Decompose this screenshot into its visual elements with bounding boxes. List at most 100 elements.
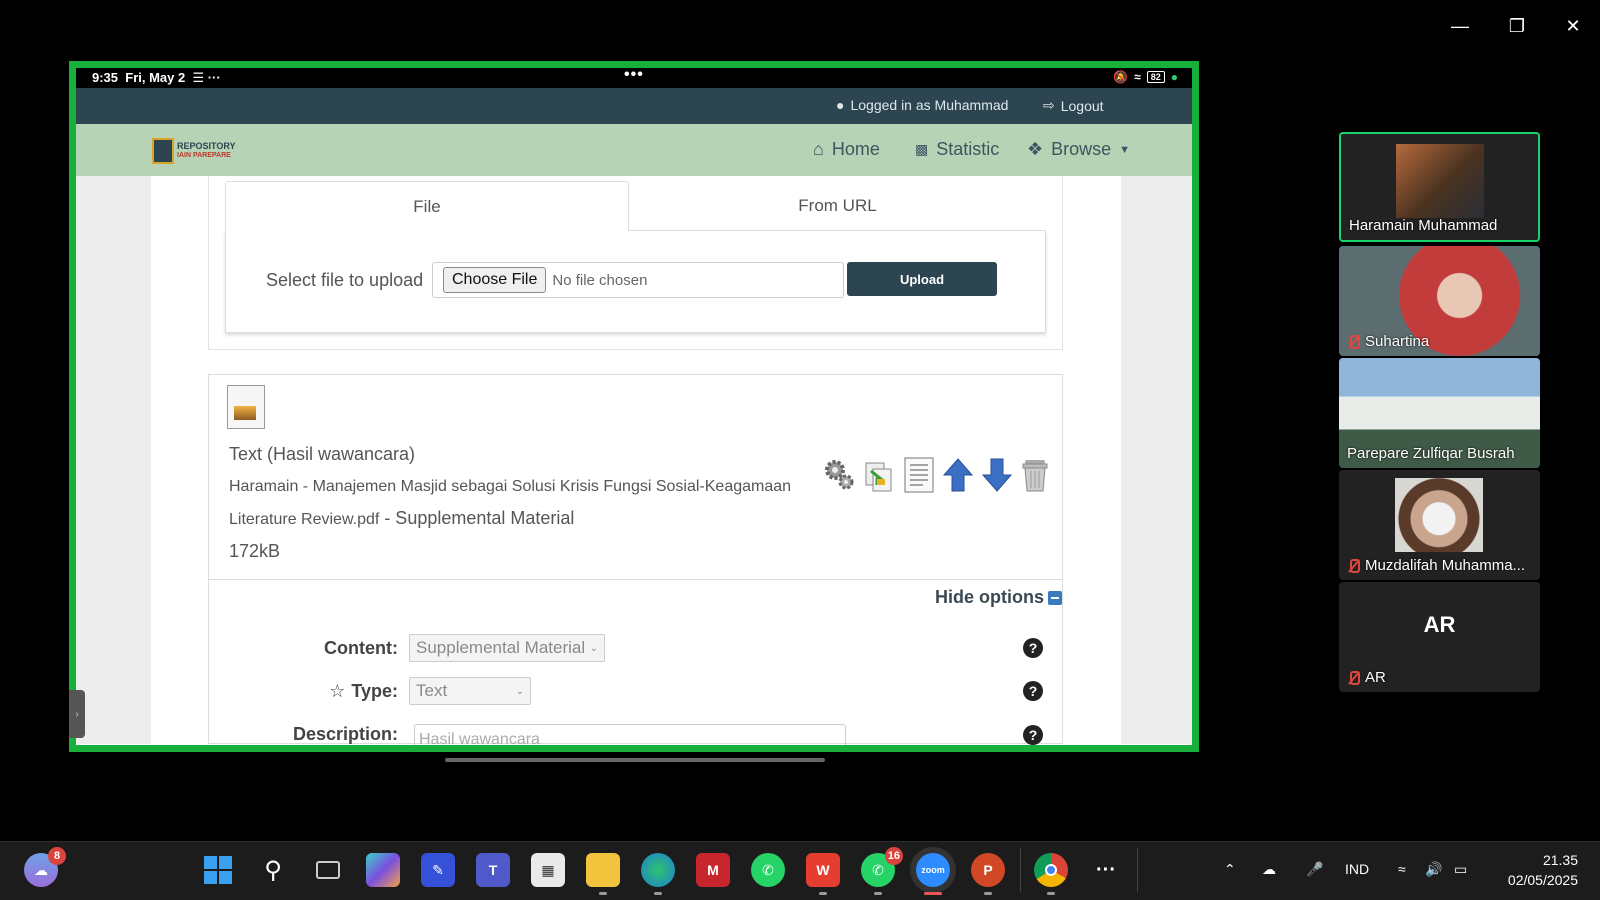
help-icon[interactable]: ? bbox=[1023, 638, 1043, 658]
home-icon: ⌂ bbox=[813, 139, 824, 159]
delete-trash-icon[interactable] bbox=[1018, 455, 1052, 495]
battery-icon: 82 bbox=[1146, 71, 1165, 83]
divider bbox=[209, 579, 1062, 580]
file-input[interactable]: Choose File No file chosen bbox=[432, 262, 844, 298]
document-filename: Haramain - Manajemen Masjid sebagai Solu… bbox=[229, 478, 792, 495]
document-size: 172kB bbox=[229, 541, 281, 561]
battery-icon[interactable]: ▭ bbox=[1454, 861, 1467, 878]
details-icon[interactable] bbox=[902, 455, 936, 495]
wifi-icon: ≈ bbox=[1134, 70, 1141, 84]
mute-icon: 🔕 bbox=[1113, 70, 1129, 84]
weather-icon[interactable]: ☁ 8 bbox=[24, 847, 66, 887]
nav-home[interactable]: ⌂ Home bbox=[813, 139, 880, 160]
microphone-icon[interactable]: 🎤 bbox=[1306, 861, 1323, 878]
wps-office-icon[interactable]: W bbox=[806, 853, 840, 895]
compass-icon: ❖ bbox=[1027, 139, 1044, 159]
choose-file-button[interactable]: Choose File bbox=[443, 267, 547, 293]
logo-text: REPOSITORY IAIN PAREPARE bbox=[177, 141, 236, 160]
description-input[interactable]: Hasil wawancara bbox=[414, 724, 846, 748]
zoom-icon[interactable]: zoom bbox=[916, 853, 950, 895]
logout-icon: ⇨ bbox=[1043, 97, 1055, 113]
user-bar: ● Logged in as Muhammad ⇨ Logout bbox=[76, 88, 1192, 124]
caret-down-icon: ▼ bbox=[1119, 143, 1131, 156]
system-clock[interactable]: 21.35 02/05/2025 bbox=[1493, 850, 1578, 890]
wifi-icon[interactable]: ≈ bbox=[1398, 861, 1406, 877]
screen: — ❐ ✕ 9:35 Fri, May 2 ☰ ··· ••• 🔕 ≈ 82 ●… bbox=[0, 0, 1600, 900]
nav-browse[interactable]: ❖ Browse ▼ bbox=[1027, 139, 1130, 160]
restore-icon[interactable]: ❐ bbox=[1497, 12, 1537, 40]
status-time: 9:35 Fri, May 2 ☰ ··· bbox=[92, 70, 221, 85]
home-indicator[interactable] bbox=[445, 758, 825, 762]
taskbar-separator bbox=[1137, 848, 1138, 892]
participant-tile[interactable]: AR AR bbox=[1339, 582, 1540, 692]
description-label: Description: bbox=[292, 724, 398, 744]
move-down-icon[interactable] bbox=[980, 455, 1014, 495]
participant-tile[interactable]: Haramain Muhammad bbox=[1339, 132, 1540, 242]
repository-logo[interactable]: REPOSITORY IAIN PAREPARE bbox=[152, 137, 244, 165]
search-icon[interactable]: ⚲ bbox=[256, 853, 290, 887]
chevron-up-icon[interactable]: ⌃ bbox=[1224, 861, 1236, 878]
store-icon[interactable]: ▦ bbox=[531, 853, 565, 887]
no-file-text: No file chosen bbox=[552, 271, 648, 289]
participant-name: Parepare Zulfiqar Busrah bbox=[1347, 445, 1515, 462]
participant-tile[interactable]: Suhartina bbox=[1339, 246, 1540, 356]
windows-start-icon[interactable] bbox=[201, 853, 235, 887]
document-type: Text (Hasil wawancara) bbox=[229, 444, 416, 464]
nav-statistic[interactable]: ▩ Statistic bbox=[915, 139, 999, 160]
logged-in-info: ● Logged in as Muhammad bbox=[836, 97, 1009, 113]
chrome-icon[interactable] bbox=[1034, 853, 1068, 895]
chart-icon: ▩ bbox=[915, 141, 929, 157]
mic-muted-icon bbox=[1347, 558, 1360, 573]
file-explorer-icon[interactable] bbox=[586, 853, 620, 895]
participant-tile[interactable]: Parepare Zulfiqar Busrah bbox=[1339, 358, 1540, 468]
mic-muted-icon bbox=[1347, 334, 1360, 349]
type-select[interactable]: Text ⌄ bbox=[409, 677, 531, 705]
mcafee-icon[interactable]: M bbox=[696, 853, 730, 887]
more-apps-icon[interactable]: ··· bbox=[1089, 853, 1123, 887]
language-indicator[interactable]: IND bbox=[1345, 861, 1369, 877]
more-icon[interactable]: ••• bbox=[624, 66, 644, 84]
copilot-icon[interactable] bbox=[366, 853, 400, 887]
volume-icon[interactable]: 🔊 bbox=[1425, 861, 1442, 878]
close-icon[interactable]: ✕ bbox=[1553, 12, 1593, 40]
type-label-wrap: ☆ Type: bbox=[329, 681, 398, 702]
upload-button[interactable]: Upload bbox=[847, 262, 997, 296]
hide-options-link[interactable]: Hide options bbox=[935, 587, 1062, 608]
task-view-icon[interactable] bbox=[311, 853, 345, 887]
powerpoint-icon[interactable]: P bbox=[971, 853, 1005, 895]
help-icon[interactable]: ? bbox=[1023, 725, 1043, 745]
participant-name: Haramain Muhammad bbox=[1349, 217, 1498, 234]
document-filename-cont: Literature Review.pdf - Supplemental Mat… bbox=[229, 508, 575, 528]
content-select[interactable]: Supplemental Material ⌄ bbox=[409, 634, 605, 662]
tab-from-url[interactable]: From URL bbox=[629, 181, 1046, 231]
teams-icon[interactable]: T bbox=[476, 853, 510, 887]
participant-initials: AR bbox=[1423, 612, 1456, 637]
participant-tile[interactable]: Muzdalifah Muhamma... bbox=[1339, 470, 1540, 580]
whatsapp-icon[interactable]: ✆ bbox=[751, 853, 785, 887]
participant-name: Suhartina bbox=[1347, 333, 1429, 350]
content-label: Content: bbox=[324, 638, 398, 658]
participant-name: AR bbox=[1347, 669, 1386, 686]
logout-link[interactable]: ⇨ Logout bbox=[1043, 97, 1104, 114]
participant-video bbox=[1396, 144, 1484, 218]
settings-gear-icon[interactable] bbox=[822, 455, 856, 495]
convert-icon[interactable] bbox=[862, 455, 896, 495]
minimize-icon[interactable]: — bbox=[1440, 12, 1480, 40]
minus-icon bbox=[1048, 590, 1062, 605]
participant-name: Muzdalifah Muhamma... bbox=[1347, 557, 1525, 574]
taskbar-separator bbox=[1020, 848, 1021, 892]
document-icon[interactable] bbox=[227, 385, 265, 429]
chevron-down-icon: ⌄ bbox=[589, 642, 598, 654]
side-panel-handle[interactable]: › bbox=[69, 690, 85, 738]
help-icon[interactable]: ? bbox=[1023, 681, 1043, 701]
star-outline-icon[interactable]: ☆ bbox=[329, 681, 345, 702]
onedrive-icon[interactable]: ☁ bbox=[1262, 861, 1276, 878]
move-up-icon[interactable] bbox=[941, 455, 975, 495]
select-file-label: Select file to upload bbox=[266, 270, 424, 290]
document-thumbnail bbox=[234, 406, 256, 420]
edge-icon[interactable] bbox=[641, 853, 675, 895]
tab-file[interactable]: File bbox=[225, 181, 629, 231]
mic-muted-icon bbox=[1347, 670, 1360, 685]
pen-app-icon[interactable]: ✎ bbox=[421, 853, 455, 887]
whatsapp-business-icon[interactable]: ✆ 16 bbox=[861, 847, 903, 895]
